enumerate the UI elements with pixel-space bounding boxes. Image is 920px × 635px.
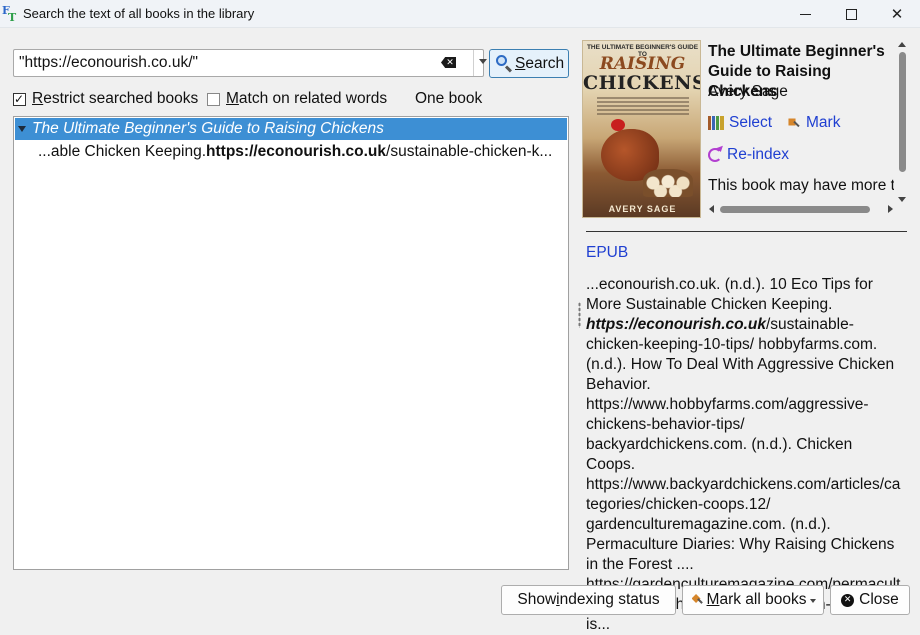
splitter-handle[interactable] — [578, 302, 581, 328]
scroll-right-icon[interactable] — [888, 205, 893, 213]
window-title: Search the text of all books in the libr… — [23, 6, 255, 21]
restrict-label: Restrict searched books — [32, 90, 199, 107]
select-link[interactable]: Select — [708, 114, 772, 132]
result-match-row[interactable]: ...able Chicken Keeping. https://econour… — [38, 141, 566, 163]
eggs-illustration — [643, 169, 693, 197]
result-book-row[interactable]: The Ultimate Beginner's Guide to Raising… — [15, 118, 567, 140]
scrollbar-thumb[interactable] — [720, 206, 870, 213]
maximize-button[interactable] — [828, 0, 874, 28]
minimize-icon — [799, 14, 811, 15]
combo-separator — [473, 50, 474, 76]
expand-arrow-icon[interactable] — [18, 126, 26, 132]
pin-icon — [785, 115, 801, 131]
format-link-epub[interactable]: EPUB — [586, 244, 628, 262]
related-label: Match on related words — [226, 90, 388, 107]
book-description: This book may have more than one match, … — [708, 177, 894, 194]
match-snippet: ...econourish.co.uk. (n.d.). 10 Eco Tips… — [586, 276, 901, 633]
search-input[interactable] — [17, 51, 437, 75]
scroll-down-icon[interactable] — [898, 197, 906, 202]
horizontal-scrollbar[interactable] — [708, 203, 894, 215]
search-icon — [495, 54, 513, 73]
scroll-left-icon[interactable] — [709, 205, 714, 213]
scroll-up-icon[interactable] — [898, 42, 906, 47]
search-button[interactable]: Search — [489, 49, 569, 78]
maximize-icon — [845, 8, 857, 20]
app-icon: FT — [2, 4, 17, 24]
scope-label: One book — [415, 90, 483, 107]
book-cover: THE ULTIMATE BEGINNER'S GUIDE TO RAISING… — [582, 40, 701, 218]
close-icon: ✕ — [841, 593, 855, 607]
title-bar: FT Search the text of all books in the l… — [0, 0, 920, 28]
library-icon — [708, 116, 724, 130]
vertical-scrollbar[interactable] — [896, 40, 908, 218]
pin-icon — [690, 593, 704, 607]
history-dropdown-icon[interactable] — [479, 59, 487, 64]
clear-text-icon[interactable]: ✕ — [441, 57, 456, 68]
checkbox-checked-icon[interactable] — [13, 92, 26, 106]
result-book-title: The Ultimate Beginner's Guide to Raising… — [32, 120, 384, 137]
show-indexing-status-button[interactable]: Show i ndexing status — [501, 585, 676, 615]
close-button[interactable]: ✕ Close — [830, 585, 910, 615]
match-related-words-checkbox[interactable]: Match on related words — [207, 90, 387, 108]
restrict-searched-books-checkbox[interactable]: Restrict searched books — [13, 90, 198, 108]
mark-link[interactable]: Mark — [785, 114, 840, 132]
close-window-button[interactable]: ✕ — [874, 0, 920, 28]
book-author: Avery Sage — [708, 83, 788, 100]
reindex-link[interactable]: Re-index — [708, 146, 789, 164]
scrollbar-thumb[interactable] — [899, 52, 906, 172]
reindex-icon — [708, 148, 722, 162]
checkbox-unchecked-icon[interactable] — [207, 92, 220, 106]
menu-caret-icon — [810, 599, 817, 603]
results-tree[interactable]: The Ultimate Beginner's Guide to Raising… — [13, 116, 569, 570]
minimize-button[interactable] — [782, 0, 828, 28]
divider — [586, 231, 907, 232]
mark-all-books-button[interactable]: Mark all books — [682, 585, 824, 615]
close-icon: ✕ — [890, 6, 904, 23]
search-combobox[interactable]: ✕ — [13, 49, 487, 77]
